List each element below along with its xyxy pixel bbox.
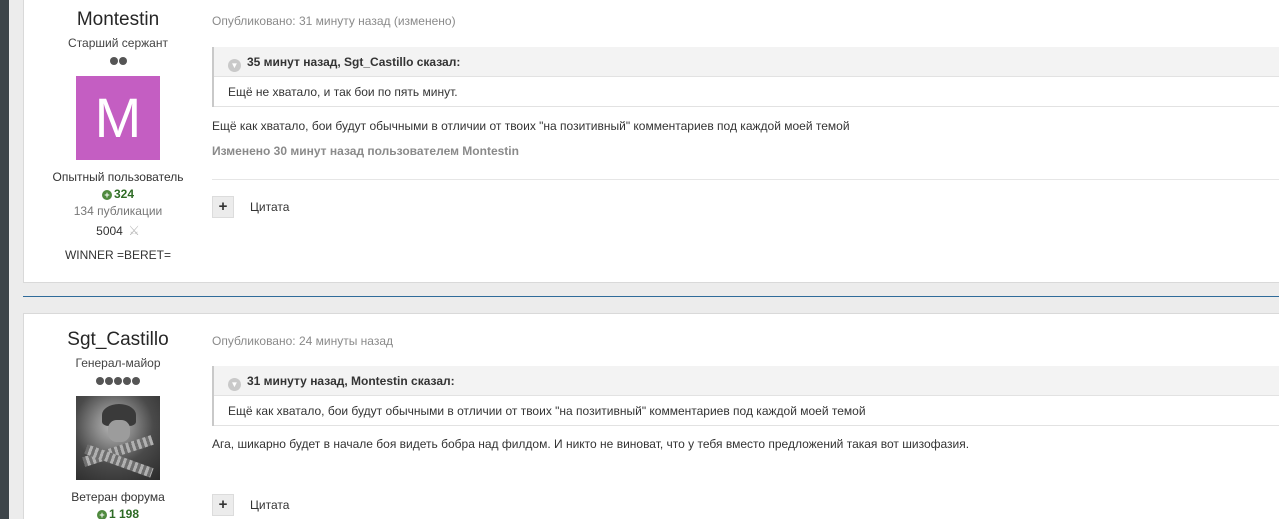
author-username[interactable]: Sgt_Castillo (24, 329, 212, 351)
reputation-badge: +1 198 (24, 507, 212, 519)
chevron-down-icon[interactable]: ▼ (228, 378, 241, 391)
author-group: Ветеран форума (71, 490, 165, 504)
post-divider (212, 179, 1279, 180)
forum-post: Sgt_Castillo Генерал-майор Ветеран форум… (23, 313, 1279, 519)
quote-block: ▼ 35 минут назад, Sgt_Castillo сказал: Ещ… (212, 47, 1279, 107)
quote-citation-text: 31 минуту назад, Montestin сказал: (247, 374, 455, 388)
quote-text: Ещё как хватало, бои будут обычными в от… (214, 396, 1279, 426)
quote-citation[interactable]: ▼ 35 минут назад, Sgt_Castillo сказал: (214, 47, 1279, 77)
quote-text: Ещё не хватало, и так бои по пять минут. (214, 77, 1279, 107)
rank-pip (109, 57, 118, 65)
avatar[interactable] (76, 396, 160, 480)
quote-citation[interactable]: ▼ 31 минуту назад, Montestin сказал: (214, 366, 1279, 396)
avatar[interactable]: M (76, 76, 160, 160)
quote-button[interactable]: Цитата (250, 200, 289, 214)
avatar-face (108, 420, 130, 442)
rank-pip (132, 377, 140, 385)
author-rank: Генерал-майор (75, 356, 161, 370)
left-edge-strip (0, 0, 9, 519)
rank-pip (114, 377, 122, 385)
reputation-value: 1 198 (108, 507, 140, 519)
multiquote-button[interactable]: + (212, 196, 234, 218)
plus-circle-icon: + (96, 510, 107, 519)
crossed-swords-icon: ⚔ (128, 223, 140, 238)
rank-pips (24, 376, 212, 386)
quote-button[interactable]: Цитата (250, 498, 289, 512)
quote-block: ▼ 31 минуту назад, Montestin сказал: Ещё … (212, 366, 1279, 426)
author-panel: Sgt_Castillo Генерал-майор Ветеран форум… (24, 329, 212, 519)
publications-count: 134 публикации (73, 204, 163, 218)
forum-post: Montestin Старший сержант M Опытный поль… (23, 0, 1279, 283)
chevron-down-icon[interactable]: ▼ (228, 59, 241, 72)
plus-circle-icon: + (101, 190, 112, 200)
author-panel: Montestin Старший сержант M Опытный поль… (24, 9, 212, 262)
rank-pip (105, 377, 113, 385)
multiquote-button[interactable]: + (212, 494, 234, 516)
rank-pip (118, 57, 127, 65)
post-separator (23, 296, 1279, 297)
edit-notice: Изменено 30 минут назад пользователем Mo… (212, 144, 519, 158)
rank-pips (24, 56, 212, 66)
reputation-badge: +324 (24, 187, 212, 201)
author-rank: Старший сержант (68, 36, 168, 50)
post-body: Ещё как хватало, бои будут обычными в от… (212, 119, 850, 133)
rank-pip (96, 377, 104, 385)
post-date[interactable]: Опубликовано: 31 минуту назад (изменено) (212, 14, 456, 28)
rank-pip (123, 377, 131, 385)
author-group: Опытный пользователь (52, 170, 184, 184)
author-clan[interactable]: WINNER =BERET= (24, 248, 212, 262)
battles-count: 5004 ⚔ (24, 223, 212, 239)
post-date[interactable]: Опубликовано: 24 минуты назад (212, 334, 393, 348)
battles-value: 5004 (96, 224, 123, 238)
author-username[interactable]: Montestin (24, 9, 212, 31)
reputation-value: 324 (113, 187, 135, 201)
post-body: Ага, шикарно будет в начале боя видеть б… (212, 437, 970, 451)
plus-icon: + (218, 496, 228, 513)
plus-icon: + (218, 198, 228, 215)
quote-citation-text: 35 минут назад, Sgt_Castillo сказал: (247, 55, 461, 69)
